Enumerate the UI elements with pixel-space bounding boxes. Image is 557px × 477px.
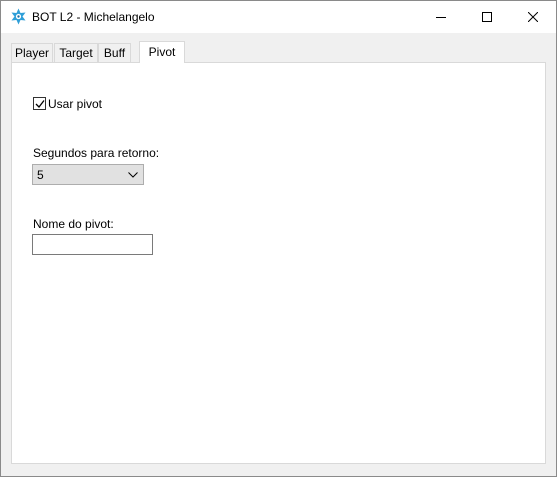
window-title: BOT L2 - Michelangelo [32,10,155,24]
minimize-icon [436,17,446,18]
minimize-button[interactable] [418,1,464,33]
chevron-down-icon [128,172,138,178]
maximize-button[interactable] [464,1,510,33]
return-seconds-value: 5 [37,168,44,182]
close-icon [528,12,538,22]
tab-target[interactable]: Target [54,43,98,62]
title-bar[interactable]: BOT L2 - Michelangelo [1,1,556,33]
tab-pivot[interactable]: Pivot [139,41,185,63]
maximize-icon [482,12,492,22]
app-window: BOT L2 - Michelangelo Player Target Buff… [0,0,557,477]
return-seconds-select[interactable]: 5 [32,164,144,185]
pivot-name-input[interactable] [32,234,153,255]
tab-buff[interactable]: Buff [98,43,131,62]
return-seconds-label: Segundos para retorno: [33,146,160,160]
pivot-name-label: Nome do pivot: [33,217,114,231]
close-button[interactable] [510,1,556,33]
checkmark-icon [35,100,45,108]
app-icon [10,8,27,25]
tab-player[interactable]: Player [11,43,53,62]
pivot-tab-panel [11,62,546,464]
use-pivot-label[interactable]: Usar pivot [48,97,102,111]
use-pivot-checkbox[interactable] [33,97,46,110]
